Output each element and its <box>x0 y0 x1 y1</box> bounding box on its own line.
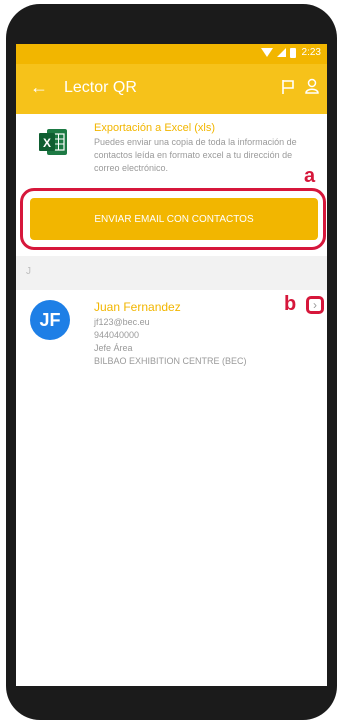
contact-phone: 944040000 <box>94 330 140 340</box>
contact-name: Juan Fernandez <box>94 300 181 314</box>
battery-icon <box>289 47 296 58</box>
send-email-button[interactable]: ENVIAR EMAIL CON CONTACTOS <box>30 198 318 240</box>
flag-icon[interactable] <box>281 79 295 95</box>
chevron-right-icon: › <box>313 298 317 312</box>
annotation-a: a <box>304 165 316 187</box>
screen: 2:23 ← Lector QR X Exportación a Excel (… <box>16 44 327 686</box>
contact-email: jf123@bec.eu <box>94 317 150 327</box>
back-arrow-icon[interactable]: ← <box>30 77 48 98</box>
export-title: Exportación a Excel (xls) <box>94 122 216 134</box>
status-bar: 2:23 <box>16 44 327 64</box>
avatar: JF <box>30 300 70 340</box>
wifi-icon <box>260 48 273 57</box>
svg-text:X: X <box>43 136 51 150</box>
excel-icon: X <box>39 129 67 155</box>
contact-item[interactable]: JF Juan Fernandez jf123@bec.eu 944040000… <box>16 290 327 390</box>
section-letter: J <box>26 266 31 277</box>
export-description: Puedes enviar una copia de toda la infor… <box>94 137 297 173</box>
signal-icon <box>276 48 286 57</box>
contact-company: BILBAO EXHIBITION CENTRE (BEC) <box>94 356 247 366</box>
phone-frame: 2:23 ← Lector QR X Exportación a Excel (… <box>6 4 337 720</box>
contact-detail-button[interactable]: › <box>306 296 324 314</box>
section-header: J <box>16 256 327 290</box>
status-time: 2:23 <box>301 47 321 58</box>
contact-role: Jefe Área <box>94 343 133 353</box>
app-bar: ← Lector QR <box>16 64 327 114</box>
app-title: Lector QR <box>64 79 137 96</box>
person-icon[interactable] <box>305 78 319 94</box>
status-icons: 2:23 <box>260 47 321 58</box>
annotation-b: b <box>284 293 297 315</box>
